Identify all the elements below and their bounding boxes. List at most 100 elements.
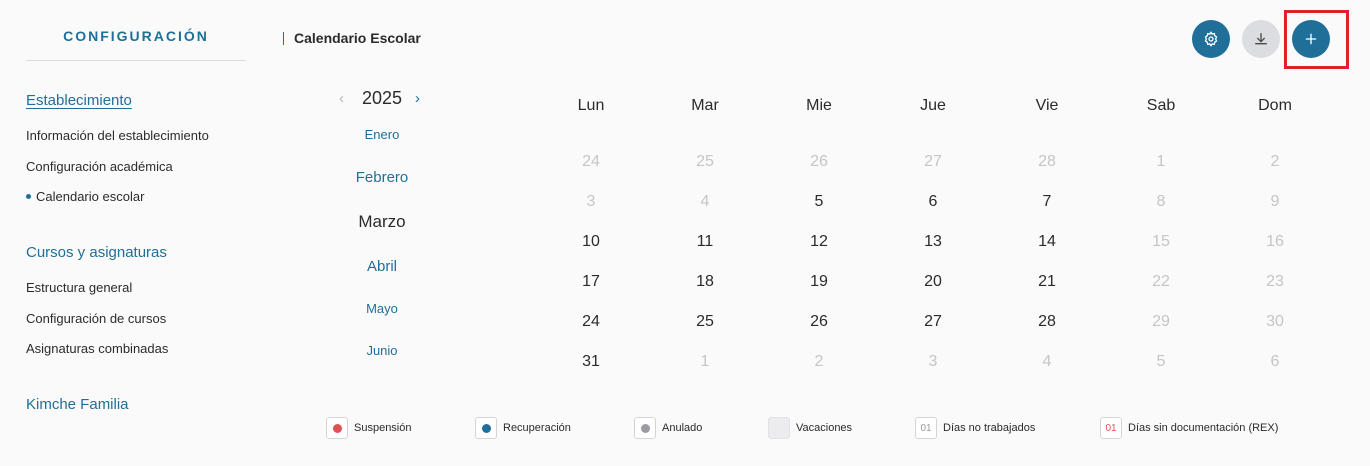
year-label: 2025 <box>362 88 403 108</box>
calendar-day[interactable]: 8 <box>1131 193 1191 211</box>
calendar-day[interactable]: 19 <box>789 273 849 291</box>
sidebar-item-calendario-escolar[interactable]: Calendario escolar <box>26 189 144 204</box>
calendar-day[interactable]: 22 <box>1131 273 1191 291</box>
legend-no-trabajados: 01 Días no trabajados <box>915 416 1035 440</box>
weekday-header: Mar <box>691 97 719 114</box>
page-title: Calendario Escolar <box>283 30 421 46</box>
blue-dot-icon <box>481 423 491 433</box>
calendar-day[interactable]: 3 <box>903 353 963 371</box>
month-mayo[interactable]: Mayo <box>327 301 437 316</box>
gear-icon <box>1204 31 1218 47</box>
calendar-day[interactable]: 20 <box>903 273 963 291</box>
sidebar-item-asignaturas-combinadas[interactable]: Asignaturas combinadas <box>26 341 168 356</box>
calendar-day[interactable]: 13 <box>903 233 963 251</box>
calendar-day[interactable]: 1 <box>1131 153 1191 171</box>
calendar-day[interactable]: 12 <box>789 233 849 251</box>
calendar-day[interactable]: 6 <box>903 193 963 211</box>
sidebar-item-configuracion-academica[interactable]: Configuración académica <box>26 159 173 174</box>
calendar-day[interactable]: 5 <box>789 193 849 211</box>
sidebar-item-informacion[interactable]: Información del establecimiento <box>26 128 209 143</box>
calendar-day[interactable]: 2 <box>789 353 849 371</box>
highlight-box <box>1284 10 1349 69</box>
calendar-day[interactable]: 23 <box>1245 273 1305 291</box>
calendar-day[interactable]: 26 <box>789 153 849 171</box>
weekday-header: Vie <box>1035 97 1059 114</box>
calendar-day[interactable]: 1 <box>675 353 735 371</box>
calendar-day[interactable]: 28 <box>1017 153 1077 171</box>
sidebar-item-label: Calendario escolar <box>36 189 145 204</box>
month-enero[interactable]: Enero <box>327 127 437 142</box>
legend-anulado: Anulado <box>634 416 702 440</box>
calendar-day[interactable]: 30 <box>1245 313 1305 331</box>
calendar-day[interactable]: 4 <box>675 193 735 211</box>
calendar-day[interactable]: 24 <box>561 313 621 331</box>
calendar-day[interactable]: 4 <box>1017 353 1077 371</box>
month-febrero[interactable]: Febrero <box>327 169 437 186</box>
legend-label: Recuperación <box>503 422 571 434</box>
calendar-day[interactable]: 31 <box>561 353 621 371</box>
calendar-day[interactable]: 15 <box>1131 233 1191 251</box>
sidebar-heading-cursos[interactable]: Cursos y asignaturas <box>26 244 167 261</box>
calendar-day[interactable]: 6 <box>1245 353 1305 371</box>
active-dot-icon <box>26 194 31 199</box>
calendar-day[interactable]: 28 <box>1017 313 1077 331</box>
legend-label: Anulado <box>662 422 703 434</box>
calendar-day[interactable]: 21 <box>1017 273 1077 291</box>
calendar-day[interactable]: 25 <box>675 153 735 171</box>
calendar-day[interactable]: 29 <box>1131 313 1191 331</box>
sidebar-item-estructura-general[interactable]: Estructura general <box>26 280 132 295</box>
chevron-right-icon[interactable]: › <box>415 90 420 107</box>
page-title-text: Calendario Escolar <box>294 30 421 46</box>
month-marzo[interactable]: Marzo <box>327 212 437 232</box>
calendar-day[interactable]: 11 <box>675 233 735 251</box>
vacaciones-swatch <box>768 417 790 439</box>
no-trabajados-swatch: 01 <box>915 417 937 439</box>
calendar-day[interactable]: 27 <box>903 153 963 171</box>
suspension-swatch <box>326 417 348 439</box>
sidebar-divider <box>26 60 246 61</box>
sidebar: CONFIGURACIÓN Establecimiento Informació… <box>0 0 270 466</box>
gray-dot-icon <box>640 423 650 433</box>
calendar-day[interactable]: 16 <box>1245 233 1305 251</box>
legend-recuperacion: Recuperación <box>475 416 571 440</box>
download-icon <box>1255 33 1267 45</box>
calendar-day[interactable]: 10 <box>561 233 621 251</box>
calendar-day[interactable]: 25 <box>675 313 735 331</box>
legend-sin-documentacion: 01 Días sin documentación (REX) <box>1100 416 1278 440</box>
month-junio[interactable]: Junio <box>327 343 437 358</box>
calendar-day[interactable]: 2 <box>1245 153 1305 171</box>
year-navigator: ‹ 2025 › <box>337 88 427 110</box>
legend-suspension: Suspensión <box>326 416 412 440</box>
legend-label: Días no trabajados <box>943 422 1036 434</box>
sidebar-title: CONFIGURACIÓN <box>63 28 209 44</box>
calendar-day[interactable]: 18 <box>675 273 735 291</box>
sidebar-heading-kimche-familia[interactable]: Kimche Familia <box>26 396 129 413</box>
weekday-header: Dom <box>1258 97 1292 114</box>
calendar-day[interactable]: 9 <box>1245 193 1305 211</box>
settings-button[interactable] <box>1192 20 1230 58</box>
sin-documentacion-swatch: 01 <box>1100 417 1122 439</box>
calendar-day[interactable]: 24 <box>561 153 621 171</box>
recuperacion-swatch <box>475 417 497 439</box>
legend-label: Vacaciones <box>796 422 853 434</box>
weekday-header: Sab <box>1146 97 1176 114</box>
calendar-day[interactable]: 3 <box>561 193 621 211</box>
anulado-swatch <box>634 417 656 439</box>
calendar-day[interactable]: 26 <box>789 313 849 331</box>
chevron-left-icon[interactable]: ‹ <box>339 90 344 107</box>
legend-label: Días sin documentación (REX) <box>1128 422 1279 434</box>
weekday-header: Mie <box>806 97 832 114</box>
legend-vacaciones: Vacaciones <box>768 416 852 440</box>
calendar-day[interactable]: 27 <box>903 313 963 331</box>
weekday-header: Lun <box>577 97 605 114</box>
red-dot-icon <box>332 423 342 433</box>
sidebar-item-configuracion-cursos[interactable]: Configuración de cursos <box>26 311 166 326</box>
calendar-day[interactable]: 17 <box>561 273 621 291</box>
legend-label: Suspensión <box>354 422 412 434</box>
calendar-day[interactable]: 7 <box>1017 193 1077 211</box>
month-abril[interactable]: Abril <box>327 258 437 275</box>
calendar-day[interactable]: 5 <box>1131 353 1191 371</box>
download-button[interactable] <box>1242 20 1280 58</box>
calendar-day[interactable]: 14 <box>1017 233 1077 251</box>
sidebar-heading-establecimiento[interactable]: Establecimiento <box>26 92 132 109</box>
